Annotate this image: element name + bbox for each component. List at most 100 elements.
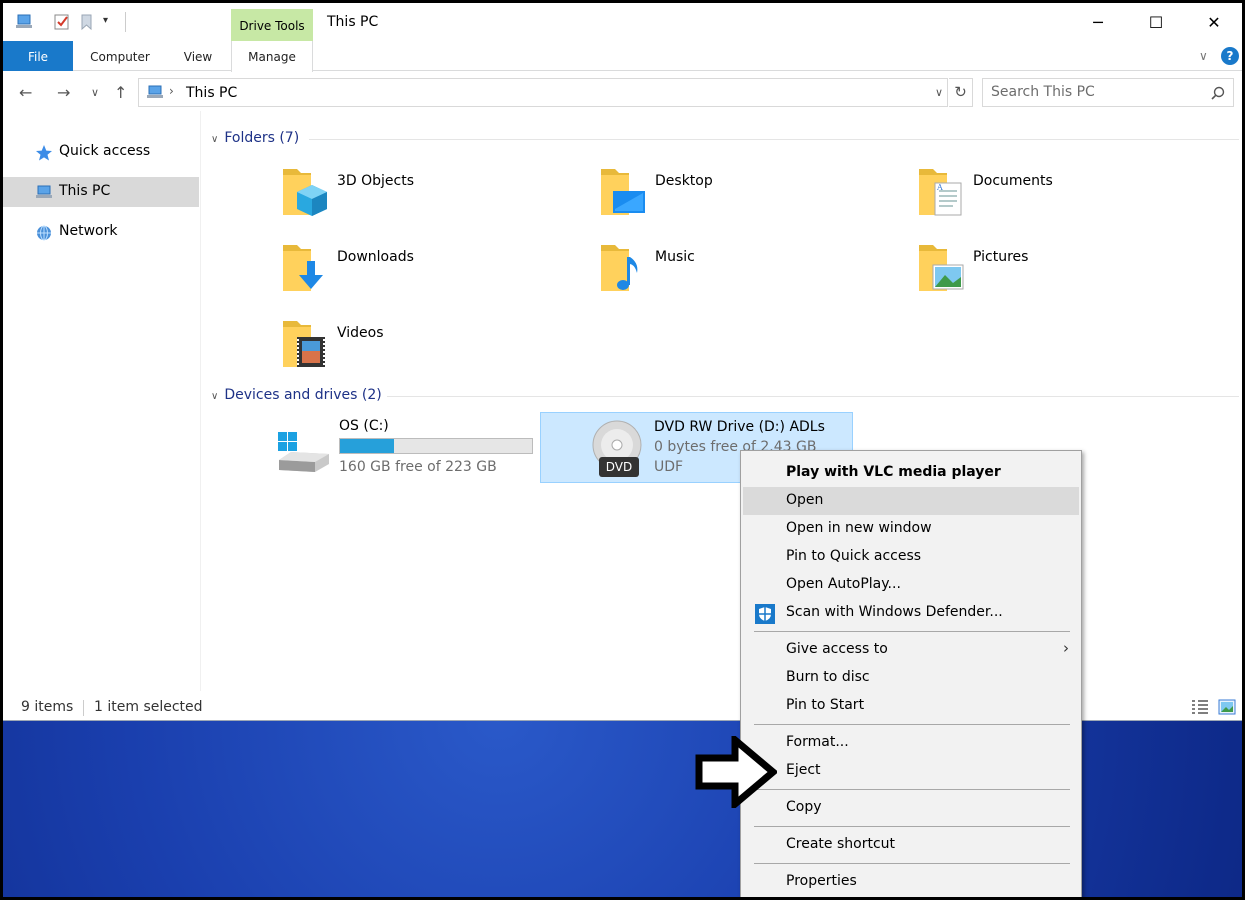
downloads-folder-icon	[283, 245, 323, 291]
menu-item-open-new-window[interactable]: Open in new window	[743, 515, 1079, 543]
content-pane: ∨ Folders (7) 3D Objects Desktop A Docum…	[203, 111, 1242, 691]
menu-item-scan-defender[interactable]: Scan with Windows Defender...	[743, 599, 1079, 627]
customize-toolbar-chevron-icon[interactable]: ▾	[103, 15, 108, 26]
large-icons-view-icon[interactable]	[1218, 699, 1236, 715]
folder-name: Documents	[973, 173, 1053, 189]
group-header-label: Devices and drives (2)	[224, 387, 382, 403]
menu-item-burn-disc[interactable]: Burn to disc	[743, 664, 1079, 692]
drive-free-space: 160 GB free of 223 GB	[339, 459, 497, 475]
status-item-count: 9 items	[21, 699, 74, 715]
forward-arrow-icon[interactable]: →	[57, 83, 70, 102]
computer-icon	[147, 85, 163, 98]
menu-item-format[interactable]: Format...	[743, 729, 1079, 757]
menu-item-give-access[interactable]: Give access to ›	[743, 636, 1079, 664]
drive-tools-contextual-tab: Drive Tools	[231, 9, 313, 41]
search-box[interactable]	[982, 78, 1234, 107]
folder-name: Videos	[337, 325, 384, 341]
menu-item-open[interactable]: Open	[743, 487, 1079, 515]
help-icon[interactable]: ?	[1221, 47, 1239, 65]
dvd-badge: DVD	[599, 457, 639, 477]
menu-separator	[754, 724, 1070, 725]
menu-item-label: Scan with Windows Defender...	[786, 604, 1003, 620]
drive-os-c[interactable]: OS (C:) 160 GB free of 223 GB	[277, 412, 547, 482]
drive-usage-bar	[339, 438, 533, 454]
computer-icon[interactable]	[15, 13, 33, 31]
close-button[interactable]: ✕	[1185, 3, 1242, 41]
tab-manage[interactable]: Manage	[231, 41, 313, 72]
nav-item-quick-access[interactable]: Quick access	[3, 137, 199, 167]
folder-documents[interactable]: A Documents	[917, 163, 1217, 233]
3d-objects-folder-icon	[283, 169, 327, 216]
folder-videos[interactable]: Videos	[281, 315, 581, 385]
menu-separator	[754, 631, 1070, 632]
toolbar-divider	[125, 12, 126, 32]
menu-item-play-vlc[interactable]: Play with VLC media player	[743, 459, 1079, 487]
collapse-chevron-icon[interactable]: ∨	[211, 391, 218, 402]
breadcrumb-separator-icon: ›	[169, 84, 174, 98]
up-arrow-icon[interactable]: ↑	[114, 83, 127, 102]
tab-file[interactable]: File	[3, 41, 73, 71]
menu-item-open-autoplay[interactable]: Open AutoPlay...	[743, 571, 1079, 599]
address-bar[interactable]: › This PC ∨	[138, 78, 948, 107]
address-path[interactable]: This PC	[186, 85, 237, 101]
back-arrow-icon[interactable]: ←	[19, 83, 32, 102]
folder-name: Downloads	[337, 249, 414, 265]
menu-separator	[754, 863, 1070, 864]
devices-group-header[interactable]: ∨ Devices and drives (2)	[211, 387, 382, 403]
drive-name: DVD RW Drive (D:) ADLs	[654, 419, 825, 435]
folder-pictures[interactable]: Pictures	[917, 239, 1217, 309]
menu-item-create-shortcut[interactable]: Create shortcut	[743, 831, 1079, 859]
folder-name: Desktop	[655, 173, 713, 189]
nav-item-this-pc[interactable]: This PC	[3, 177, 199, 207]
navigation-bar: ← → ∨ ↑ › This PC ∨ ↻	[3, 71, 1242, 111]
menu-item-label: Give access to	[786, 641, 888, 657]
recent-locations-chevron-icon[interactable]: ∨	[91, 86, 99, 99]
search-icon[interactable]	[1211, 86, 1225, 100]
videos-folder-icon	[283, 321, 325, 367]
drive-name: OS (C:)	[339, 418, 389, 434]
computer-icon	[36, 185, 52, 198]
collapse-chevron-icon[interactable]: ∨	[211, 134, 218, 145]
nav-item-label: Quick access	[59, 143, 151, 159]
menu-item-copy[interactable]: Copy	[743, 794, 1079, 822]
details-view-icon[interactable]	[1191, 699, 1209, 715]
menu-item-properties[interactable]: Properties	[743, 868, 1079, 896]
group-divider	[387, 396, 1239, 397]
ribbon-tabs: File Computer View Manage ∨ ?	[3, 41, 1242, 72]
search-input[interactable]	[991, 84, 1191, 100]
menu-separator	[754, 826, 1070, 827]
nav-item-network[interactable]: Network	[3, 217, 199, 247]
group-divider	[309, 139, 1239, 140]
minimize-button[interactable]: ─	[1069, 3, 1127, 41]
folders-group-header[interactable]: ∨ Folders (7)	[211, 130, 299, 146]
new-folder-icon[interactable]	[79, 13, 97, 31]
menu-separator	[754, 789, 1070, 790]
refresh-button[interactable]: ↻	[949, 78, 973, 107]
menu-item-pin-quick-access[interactable]: Pin to Quick access	[743, 543, 1079, 571]
window-title: This PC	[327, 14, 379, 30]
folder-desktop[interactable]: Desktop	[599, 163, 899, 233]
folder-music[interactable]: Music	[599, 239, 899, 309]
maximize-button[interactable]: ☐	[1127, 3, 1185, 41]
star-icon	[36, 145, 52, 161]
music-folder-icon	[601, 245, 638, 291]
svg-text:A: A	[936, 183, 943, 192]
tab-view[interactable]: View	[173, 41, 223, 71]
desktop-folder-icon	[601, 169, 645, 215]
pointer-arrow-annotation	[695, 736, 777, 808]
pictures-folder-icon	[919, 245, 964, 291]
folder-downloads[interactable]: Downloads	[281, 239, 581, 309]
hard-drive-icon	[278, 432, 329, 472]
expand-ribbon-chevron-icon[interactable]: ∨	[1199, 49, 1208, 63]
properties-check-icon[interactable]	[53, 13, 71, 31]
nav-item-label: This PC	[59, 183, 111, 199]
status-divider	[83, 700, 84, 716]
menu-item-pin-start[interactable]: Pin to Start	[743, 692, 1079, 720]
tab-computer[interactable]: Computer	[83, 41, 157, 71]
address-dropdown-chevron-icon[interactable]: ∨	[935, 86, 943, 99]
menu-item-eject[interactable]: Eject	[743, 757, 1079, 785]
drive-file-system: UDF	[654, 459, 684, 475]
folder-3d-objects[interactable]: 3D Objects	[281, 163, 581, 233]
title-bar: ▾ Drive Tools This PC ─ ☐ ✕	[3, 3, 1242, 41]
submenu-chevron-icon: ›	[1063, 639, 1069, 657]
